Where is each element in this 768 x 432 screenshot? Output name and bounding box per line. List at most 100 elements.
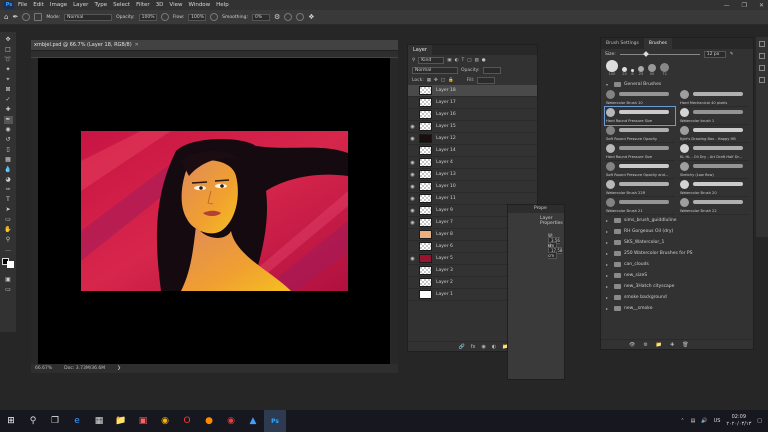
home-icon[interactable]: ⌂ [4, 13, 8, 21]
lock-pixels-icon[interactable]: ▦ [427, 78, 431, 83]
brush-settings-toggle-icon[interactable] [34, 13, 43, 21]
brush-preset-item[interactable]: Hard Round Pressure Size [605, 143, 675, 161]
filter-pixel-icon[interactable]: ▣ [447, 58, 451, 63]
expand-arrow-icon[interactable]: ▸ [606, 273, 611, 278]
layer-row[interactable]: ◉ Layer 4 [408, 157, 537, 169]
layer-row[interactable]: ◉ Layer 10 [408, 181, 537, 193]
brush-preset-picker-icon[interactable] [22, 13, 31, 21]
layer-opacity-field[interactable] [482, 66, 501, 74]
menu-help[interactable]: Help [216, 2, 229, 8]
visibility-eye-icon[interactable]: ◉ [408, 160, 417, 166]
file-explorer-icon[interactable]: 📁 [110, 410, 132, 432]
show-hidden-icons-icon[interactable]: ⌃ [680, 418, 684, 424]
screen-mode-icon[interactable]: ▭ [4, 286, 13, 294]
firefox-icon[interactable]: ● [198, 410, 220, 432]
lasso-tool-icon[interactable]: ➰ [4, 56, 13, 64]
windows-start-icon[interactable]: ⊞ [0, 410, 22, 432]
brush-folder[interactable]: ▸ SKS_Watercolor_1 [601, 237, 753, 248]
calculator-icon[interactable]: ▦ [88, 410, 110, 432]
tab-properties[interactable]: Prope [508, 205, 564, 213]
photos-app-icon[interactable]: ▣ [132, 410, 154, 432]
airbrush-icon[interactable] [210, 13, 219, 21]
brush-tool-icon[interactable]: ✒ [3, 116, 13, 124]
crop-tool-icon[interactable]: ⌖ [4, 76, 13, 84]
expand-arrow-icon[interactable]: ▸ [606, 295, 611, 300]
blend-mode-dropdown[interactable]: Normal [412, 66, 458, 74]
menu-window[interactable]: Window [188, 2, 210, 8]
more-tools-icon[interactable]: … [4, 246, 13, 254]
brush-folder[interactable]: ▸ new_sizeS [601, 270, 753, 281]
visibility-eye-icon[interactable]: ◉ [408, 208, 417, 214]
gradient-tool-icon[interactable]: ▦ [4, 156, 13, 164]
search-icon[interactable]: ⚲ [22, 410, 44, 432]
visibility-eye-icon[interactable]: ◉ [408, 256, 417, 262]
brush-folder[interactable]: ▸ 250 Watercolor Brushes for PS [601, 248, 753, 259]
visibility-eye-icon[interactable]: ◉ [408, 220, 417, 226]
expand-arrow-icon[interactable]: ▸ [606, 218, 611, 223]
brush-group-general[interactable]: ▾ General Brushes [601, 79, 753, 89]
preset-brush[interactable]: 72 [660, 63, 669, 76]
pen-tool-icon[interactable]: ✑ [4, 186, 13, 194]
filter-type-icon[interactable]: T [462, 58, 465, 63]
brush-size-field[interactable]: 12 px [703, 50, 726, 58]
smoothing-field[interactable]: 0% [252, 13, 270, 21]
smoothing-settings-gear-icon[interactable]: ⚙ [274, 13, 280, 21]
brush-preset-item[interactable]: Sketchy (Low flow) [679, 161, 749, 179]
brush-folder[interactable]: ▸ sims_brush_guiddluline [601, 215, 753, 226]
preset-brush[interactable]: 50 [648, 64, 656, 76]
adjustment-layer-icon[interactable]: ◐ [492, 344, 496, 350]
brush-preset-item[interactable]: Kyle's Drawing Box - Happy HB [679, 125, 749, 143]
rectangle-tool-icon[interactable]: ▭ [4, 216, 13, 224]
tab-brushes[interactable]: Brushes [643, 38, 672, 49]
brush-preset-item[interactable]: Hard Mechanical 40 pixels [679, 89, 749, 107]
volume-icon[interactable]: 🔊 [701, 418, 707, 424]
delete-brush-icon[interactable]: 🗑 [682, 342, 688, 348]
visibility-eye-icon[interactable]: ◉ [408, 136, 417, 142]
network-icon[interactable]: ▤ [691, 418, 696, 424]
status-menu-arrow-icon[interactable]: ❯ [117, 366, 121, 371]
menu-file[interactable]: File [18, 2, 27, 8]
menu-view[interactable]: View [169, 2, 182, 8]
preset-brush[interactable]: 20 [622, 67, 627, 76]
brush-preset-item[interactable]: Watercolor Brush 22R [605, 179, 675, 197]
history-brush-tool-icon[interactable]: ↺ [4, 136, 13, 144]
menu-select[interactable]: Select [113, 2, 130, 8]
menu-filter[interactable]: Filter [136, 2, 150, 8]
marquee-tool-icon[interactable]: □ [4, 46, 13, 54]
new-brush-group-icon[interactable]: 📁 [656, 342, 662, 348]
brush-preset-item[interactable]: Watercolor Brush 10 [605, 89, 675, 107]
tab-brush-settings[interactable]: Brush Settings [601, 38, 644, 49]
visibility-eye-icon[interactable]: ◉ [408, 172, 417, 178]
preset-brush[interactable]: 8 [631, 69, 634, 76]
menu-type[interactable]: Type [94, 2, 107, 8]
brush-folder[interactable]: ▸ new_3Hatch cityscape [601, 281, 753, 292]
brush-folder[interactable]: ▸ smoke background [601, 292, 753, 303]
eyedropper-tool-icon[interactable]: ✓ [4, 96, 13, 104]
preset-brush[interactable]: 25 [638, 66, 644, 76]
minimize-icon[interactable]: — [724, 2, 730, 9]
language-indicator[interactable]: US [714, 418, 721, 424]
app-icon[interactable]: ▲ [242, 410, 264, 432]
layer-kind-dropdown[interactable]: Kind [418, 56, 445, 64]
expand-arrow-icon[interactable]: ▸ [606, 240, 611, 245]
edge-browser-icon[interactable]: e [66, 410, 88, 432]
brush-preset-item[interactable]: Watercolor brush 1 [679, 107, 749, 125]
quick-select-tool-icon[interactable]: ✦ [4, 66, 13, 74]
layer-row[interactable]: ◉ Layer 12 [408, 133, 537, 145]
panel-icon[interactable] [759, 65, 765, 71]
panel-icon[interactable] [759, 41, 765, 47]
visibility-eye-icon[interactable]: ◉ [408, 124, 417, 130]
tab-layers[interactable]: Layer [408, 45, 432, 55]
eraser-tool-icon[interactable]: ▯ [4, 146, 13, 154]
menu-layer[interactable]: Layer [73, 2, 88, 8]
brush-preset-item[interactable]: Hard Round Pressure Size [604, 106, 676, 126]
pressure-size-icon[interactable] [296, 13, 305, 21]
lock-artboard-icon[interactable]: □ [441, 78, 445, 83]
brush-preset-item[interactable]: Watercolor Brush 21 [605, 197, 675, 215]
height-value[interactable]: 17.58 cm [548, 247, 563, 259]
visibility-eye-icon[interactable]: ◉ [408, 196, 417, 202]
brush-preset-item[interactable]: Watercolor Brush 22 [679, 197, 749, 215]
layer-row[interactable]: Layer 17 [408, 97, 537, 109]
menu-3d[interactable]: 3D [156, 2, 164, 8]
expand-arrow-icon[interactable]: ▸ [606, 251, 611, 256]
